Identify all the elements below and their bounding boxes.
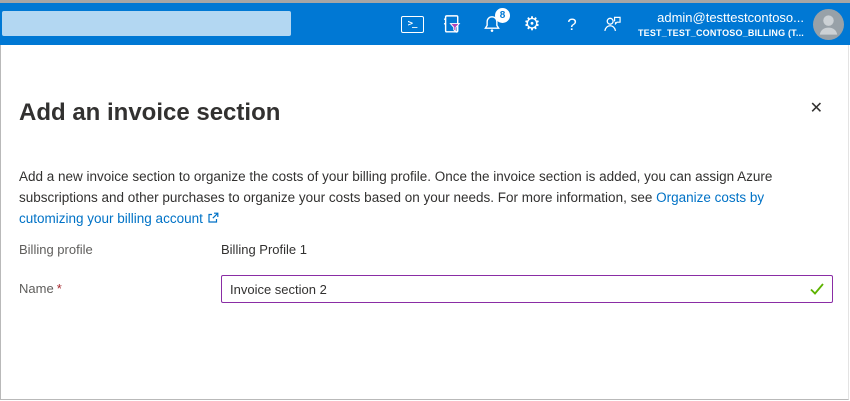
billing-profile-label: Billing profile xyxy=(19,242,93,257)
close-icon[interactable]: ✕ xyxy=(810,101,823,117)
account-tenant: TEST_TEST_CONTOSO_BILLING (T... xyxy=(638,27,804,39)
settings-button[interactable]: ⚙ xyxy=(520,12,544,36)
billing-profile-value: Billing Profile 1 xyxy=(221,242,307,257)
name-input[interactable] xyxy=(221,275,833,303)
valid-check-icon xyxy=(810,283,824,295)
portal-top-bar: >_ 8 ⚙ ? xyxy=(0,3,850,45)
cloud-shell-button[interactable]: >_ xyxy=(400,12,424,36)
add-invoice-section-panel: Add an invoice section ✕ Add a new invoi… xyxy=(0,45,849,400)
feedback-icon xyxy=(601,13,623,35)
required-asterisk: * xyxy=(57,281,62,296)
feedback-button[interactable] xyxy=(600,12,624,36)
external-link-icon xyxy=(207,209,219,230)
page-title: Add an invoice section xyxy=(19,99,280,127)
search-input[interactable] xyxy=(2,11,291,36)
account-email: admin@testtestcontoso... xyxy=(638,10,804,26)
help-button[interactable]: ? xyxy=(560,12,584,36)
name-field-label: Name* xyxy=(19,281,62,296)
panel-description: Add a new invoice section to organize th… xyxy=(19,166,807,230)
directory-filter-button[interactable] xyxy=(440,12,464,36)
directory-filter-icon xyxy=(441,13,463,35)
account-menu[interactable]: admin@testtestcontoso... TEST_TEST_CONTO… xyxy=(638,10,804,39)
notification-count-badge: 8 xyxy=(495,8,510,23)
avatar[interactable] xyxy=(813,9,844,40)
settings-gear-icon: ⚙ xyxy=(523,15,540,34)
top-bar-icons: >_ 8 ⚙ ? xyxy=(400,3,624,45)
azure-portal-screen: >_ 8 ⚙ ? xyxy=(0,0,850,401)
notifications-button[interactable]: 8 xyxy=(480,12,504,36)
avatar-silhouette-icon xyxy=(813,9,844,40)
help-icon: ? xyxy=(567,16,576,33)
cloud-shell-icon: >_ xyxy=(401,16,424,33)
name-field-wrapper xyxy=(221,275,833,303)
